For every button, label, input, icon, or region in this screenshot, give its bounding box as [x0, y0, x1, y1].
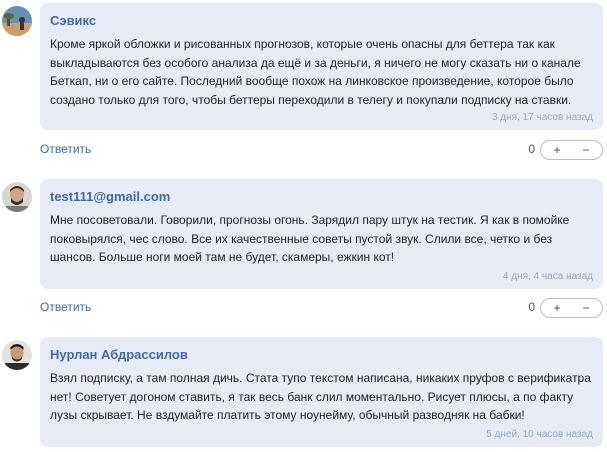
- vote-score: 0: [528, 300, 535, 314]
- comment-bubble: test111@gmail.com Мне посоветовали. Гово…: [40, 179, 603, 289]
- avatar[interactable]: [2, 340, 32, 370]
- downvote-button[interactable]: −: [571, 300, 601, 317]
- downvote-button[interactable]: −: [571, 142, 601, 159]
- comment-bubble: Сэвикс Кроме яркой обложки и рисованных …: [40, 3, 603, 130]
- comment-text: Взял подписку, а там полная дичь. Стата …: [50, 371, 591, 422]
- vote-score: 0: [528, 142, 535, 156]
- comment-actions: Ответить 0 + −: [40, 298, 603, 318]
- comment-author[interactable]: test111@gmail.com: [50, 189, 170, 204]
- comment-text: Мне посоветовали. Говорили, прогнозы ого…: [50, 213, 570, 264]
- comment-author[interactable]: Сэвикс: [50, 13, 96, 28]
- upvote-button[interactable]: +: [542, 142, 572, 159]
- comment-timestamp: 5 дней, 10 часов назад: [486, 429, 593, 440]
- comment-actions: Ответить 0 + −: [40, 140, 603, 160]
- vote-control: + −: [540, 140, 603, 160]
- reply-link[interactable]: Ответить: [40, 300, 91, 314]
- vote-control: + −: [540, 298, 603, 318]
- avatar[interactable]: [2, 182, 32, 212]
- comment-timestamp: 3 дня, 17 часов назад: [491, 112, 593, 123]
- avatar[interactable]: [2, 6, 32, 36]
- comment-bubble: Нурлан Абдрассилов Взял подписку, а там …: [40, 337, 603, 447]
- comment-timestamp: 4 дня, 4 часа назад: [502, 271, 593, 282]
- reply-link[interactable]: Ответить: [40, 142, 91, 156]
- comment-text: Кроме яркой обложки и рисованных прогноз…: [50, 37, 581, 107]
- upvote-button[interactable]: +: [542, 300, 572, 317]
- comment-author[interactable]: Нурлан Абдрассилов: [50, 347, 188, 362]
